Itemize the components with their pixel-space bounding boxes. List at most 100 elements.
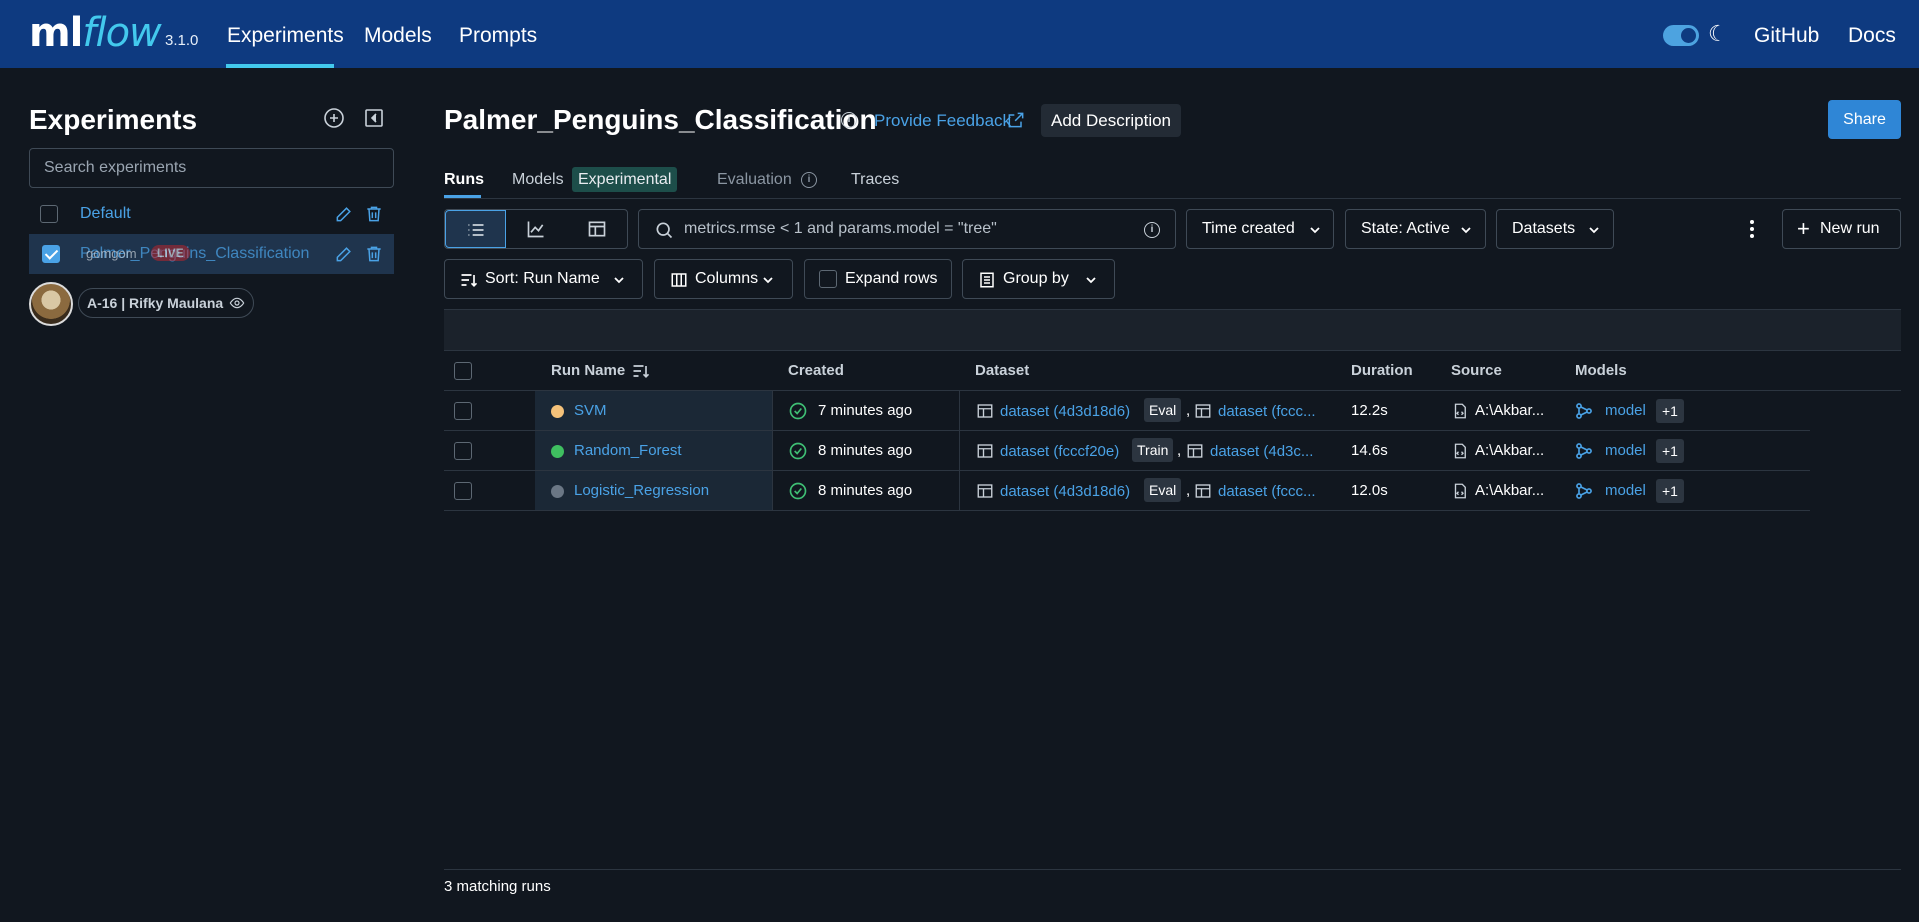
chart-icon <box>527 221 544 238</box>
dark-mode-toggle[interactable] <box>1663 25 1699 46</box>
chevron-down-icon <box>763 277 773 284</box>
new-run-button[interactable]: + New run <box>1782 209 1901 249</box>
datasets-dropdown[interactable]: Datasets <box>1496 209 1614 249</box>
table-view-button[interactable] <box>567 210 628 248</box>
sort-dropdown[interactable]: Sort: Run Name <box>444 259 643 299</box>
col-duration[interactable]: Duration <box>1351 362 1413 379</box>
live-badge: LIVE <box>151 245 190 261</box>
edit-icon[interactable] <box>334 204 354 224</box>
run-name-link[interactable]: SVM <box>574 402 607 419</box>
sort-icon[interactable] <box>631 361 651 381</box>
edit-icon[interactable] <box>334 244 354 264</box>
dataset-link[interactable]: dataset (4d3d18d6) <box>1000 483 1130 500</box>
group-by-label: Group by <box>1003 270 1069 287</box>
model-link[interactable]: model <box>1605 482 1646 499</box>
model-link[interactable]: model <box>1605 442 1646 459</box>
evaluation-info-icon[interactable]: i <box>801 172 817 188</box>
dataset-context-tag: Eval <box>1144 398 1182 422</box>
experiment-checkbox[interactable] <box>42 245 60 263</box>
dataset-link[interactable]: dataset (fccc... <box>1218 403 1316 420</box>
run-duration: 12.0s <box>1351 482 1388 499</box>
nav-prompts[interactable]: Prompts <box>459 24 537 48</box>
run-name-cell <box>535 391 772 430</box>
dataset-link[interactable]: dataset (4d3c... <box>1210 443 1313 460</box>
mlflow-logo[interactable]: mlflow <box>29 10 162 56</box>
run-name-link[interactable]: Random_Forest <box>574 442 682 459</box>
list-view-button[interactable] <box>445 210 506 248</box>
run-source: A:\Akbar... <box>1475 402 1545 419</box>
nav-docs[interactable]: Docs <box>1848 24 1896 48</box>
page-title: Palmer_Penguins_Classification <box>444 104 877 135</box>
run-duration: 14.6s <box>1351 442 1388 459</box>
col-dataset[interactable]: Dataset <box>975 362 1029 379</box>
run-filter-box[interactable]: i <box>638 209 1176 249</box>
more-models-badge[interactable]: +1 <box>1656 399 1684 423</box>
experiment-row-default[interactable]: Default <box>29 194 394 234</box>
chevron-down-icon <box>1461 227 1471 234</box>
status-success-icon <box>789 442 807 460</box>
experiment-search-input[interactable] <box>29 148 394 188</box>
collapse-sidebar-icon[interactable] <box>362 106 386 130</box>
table-row[interactable]: SVM 7 minutes ago dataset (4d3d18d6) Eva… <box>444 391 1810 431</box>
tab-traces[interactable]: Traces <box>851 171 899 189</box>
state-dropdown[interactable]: State: Active <box>1345 209 1486 249</box>
chevron-down-icon <box>614 277 624 284</box>
col-models[interactable]: Models <box>1575 362 1627 379</box>
run-color-dot[interactable] <box>551 445 564 458</box>
trash-icon[interactable] <box>364 244 384 264</box>
tab-models[interactable]: Models <box>512 171 564 189</box>
created-time: 8 minutes ago <box>818 442 913 459</box>
dataset-link[interactable]: dataset (fcccf20e) <box>1000 443 1119 460</box>
row-checkbox[interactable] <box>454 442 472 460</box>
dataset-link[interactable]: dataset (fccc... <box>1218 483 1316 500</box>
chevron-down-icon <box>1310 227 1320 234</box>
table-group-header <box>444 309 1901 351</box>
col-source[interactable]: Source <box>1451 362 1502 379</box>
group-by-dropdown[interactable]: Group by <box>962 259 1115 299</box>
more-options-icon[interactable] <box>1744 217 1760 241</box>
run-name-link[interactable]: Logistic_Regression <box>574 482 709 499</box>
moon-icon: ☾ <box>1708 21 1728 46</box>
tab-runs[interactable]: Runs <box>444 171 484 189</box>
more-models-badge[interactable]: +1 <box>1656 439 1684 463</box>
dataset-icon <box>976 482 994 500</box>
expand-rows-checkbox[interactable] <box>819 270 837 288</box>
share-button[interactable]: Share <box>1828 100 1901 139</box>
row-checkbox[interactable] <box>454 482 472 500</box>
experiment-checkbox[interactable] <box>40 205 58 223</box>
columns-dropdown[interactable]: Columns <box>654 259 793 299</box>
dataset-link[interactable]: dataset (4d3d18d6) <box>1000 403 1130 420</box>
matching-runs-count: 3 matching runs <box>444 878 551 895</box>
new-run-label: New run <box>1820 220 1880 237</box>
row-checkbox[interactable] <box>454 402 472 420</box>
info-icon[interactable]: i <box>841 112 857 128</box>
experiment-name[interactable]: Default <box>80 205 131 223</box>
more-models-badge[interactable]: +1 <box>1656 479 1684 503</box>
expand-rows-toggle[interactable]: Expand rows <box>804 259 952 299</box>
table-row[interactable]: Logistic_Regression 8 minutes ago datase… <box>444 471 1810 511</box>
tab-evaluation[interactable]: Evaluation <box>717 171 792 189</box>
run-source: A:\Akbar... <box>1475 482 1545 499</box>
run-color-dot[interactable] <box>551 485 564 498</box>
col-created[interactable]: Created <box>788 362 844 379</box>
filter-info-icon[interactable]: i <box>1144 222 1160 238</box>
table-row[interactable]: Random_Forest 8 minutes ago dataset (fcc… <box>444 431 1810 471</box>
provide-feedback-link[interactable]: Provide Feedback <box>874 111 1011 131</box>
time-created-dropdown[interactable]: Time created <box>1186 209 1334 249</box>
add-description-button[interactable]: Add Description <box>1041 104 1182 137</box>
run-color-dot[interactable] <box>551 405 564 418</box>
nav-experiments[interactable]: Experiments <box>227 24 344 48</box>
select-all-checkbox[interactable] <box>454 362 472 380</box>
nav-active-indicator <box>226 64 334 68</box>
experiment-row-palmer[interactable]: Palmer_Penguins_Classification <box>29 234 394 274</box>
trash-icon[interactable] <box>364 204 384 224</box>
add-circle-icon[interactable] <box>322 106 346 130</box>
col-run-name[interactable]: Run Name <box>551 362 625 379</box>
chart-view-button[interactable] <box>506 210 567 248</box>
nav-github[interactable]: GitHub <box>1754 24 1819 48</box>
nav-models[interactable]: Models <box>364 24 432 48</box>
run-filter-input[interactable] <box>684 210 1124 248</box>
model-link[interactable]: model <box>1605 402 1646 419</box>
dataset-context-tag: Eval <box>1144 478 1182 502</box>
external-link-icon[interactable] <box>1006 110 1026 130</box>
